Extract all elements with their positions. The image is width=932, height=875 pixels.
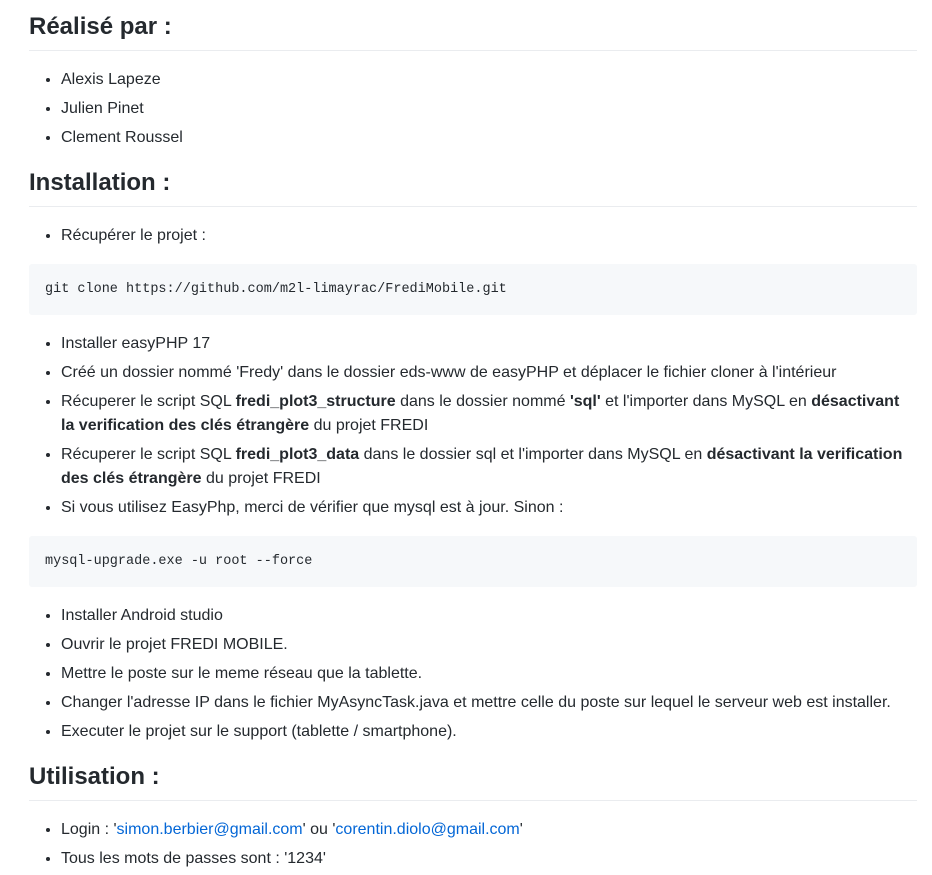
list-item: Récuperer le script SQL fredi_plot3_stru…: [61, 389, 917, 438]
authors-list: Alexis Lapeze Julien Pinet Clement Rouss…: [29, 67, 917, 150]
usage-list: Login : 'simon.berbier@gmail.com' ou 'co…: [29, 817, 917, 871]
install-steps-list-1: Récupérer le projet :: [29, 223, 917, 248]
text: ': [519, 821, 523, 838]
install-steps-list-2: Installer easyPHP 17 Créé un dossier nom…: [29, 331, 917, 520]
text: Récuperer le script SQL: [61, 446, 236, 463]
text: dans le dossier sql et l'importer dans M…: [359, 446, 707, 463]
text: dans le dossier nommé: [395, 393, 570, 410]
bold-text: 'sql': [569, 393, 601, 410]
email-link-simon[interactable]: simon.berbier@gmail.com: [117, 821, 303, 838]
list-item: Créé un dossier nommé 'Fredy' dans le do…: [61, 360, 917, 385]
list-item: Si vous utilisez EasyPhp, merci de vérif…: [61, 495, 917, 520]
list-item: Login : 'simon.berbier@gmail.com' ou 'co…: [61, 817, 917, 842]
list-item: Julien Pinet: [61, 96, 917, 121]
list-item: Ouvrir le projet FREDI MOBILE.: [61, 632, 917, 657]
list-item: Installer easyPHP 17: [61, 331, 917, 356]
heading-usage: Utilisation :: [29, 762, 917, 801]
text: du projet FREDI: [201, 470, 321, 487]
email-link-corentin[interactable]: corentin.diolo@gmail.com: [335, 821, 519, 838]
list-item: Récupérer le projet :: [61, 223, 917, 248]
text: et l'importer dans MySQL en: [600, 393, 812, 410]
bold-text: fredi_plot3_data: [235, 446, 360, 463]
text: Login : ': [61, 821, 117, 838]
list-item: Récuperer le script SQL fredi_plot3_data…: [61, 442, 917, 491]
install-steps-list-3: Installer Android studio Ouvrir le proje…: [29, 603, 917, 744]
list-item: Mettre le poste sur le meme réseau que l…: [61, 661, 917, 686]
list-item: Executer le projet sur le support (table…: [61, 719, 917, 744]
list-item: Changer l'adresse IP dans le fichier MyA…: [61, 690, 917, 715]
text: du projet FREDI: [309, 417, 429, 434]
heading-installation: Installation :: [29, 168, 917, 207]
list-item: Tous les mots de passes sont : '1234': [61, 846, 917, 871]
text: ' ou ': [302, 821, 336, 838]
text: Récuperer le script SQL: [61, 393, 236, 410]
list-item: Clement Roussel: [61, 125, 917, 150]
bold-text: fredi_plot3_structure: [235, 393, 396, 410]
code-block-mysql-upgrade[interactable]: mysql-upgrade.exe -u root --force: [29, 536, 917, 587]
code-block-git-clone[interactable]: git clone https://github.com/m2l-limayra…: [29, 264, 917, 315]
readme-content: Réalisé par : Alexis Lapeze Julien Pinet…: [29, 0, 917, 875]
heading-authors: Réalisé par :: [29, 0, 917, 51]
list-item: Alexis Lapeze: [61, 67, 917, 92]
list-item: Installer Android studio: [61, 603, 917, 628]
